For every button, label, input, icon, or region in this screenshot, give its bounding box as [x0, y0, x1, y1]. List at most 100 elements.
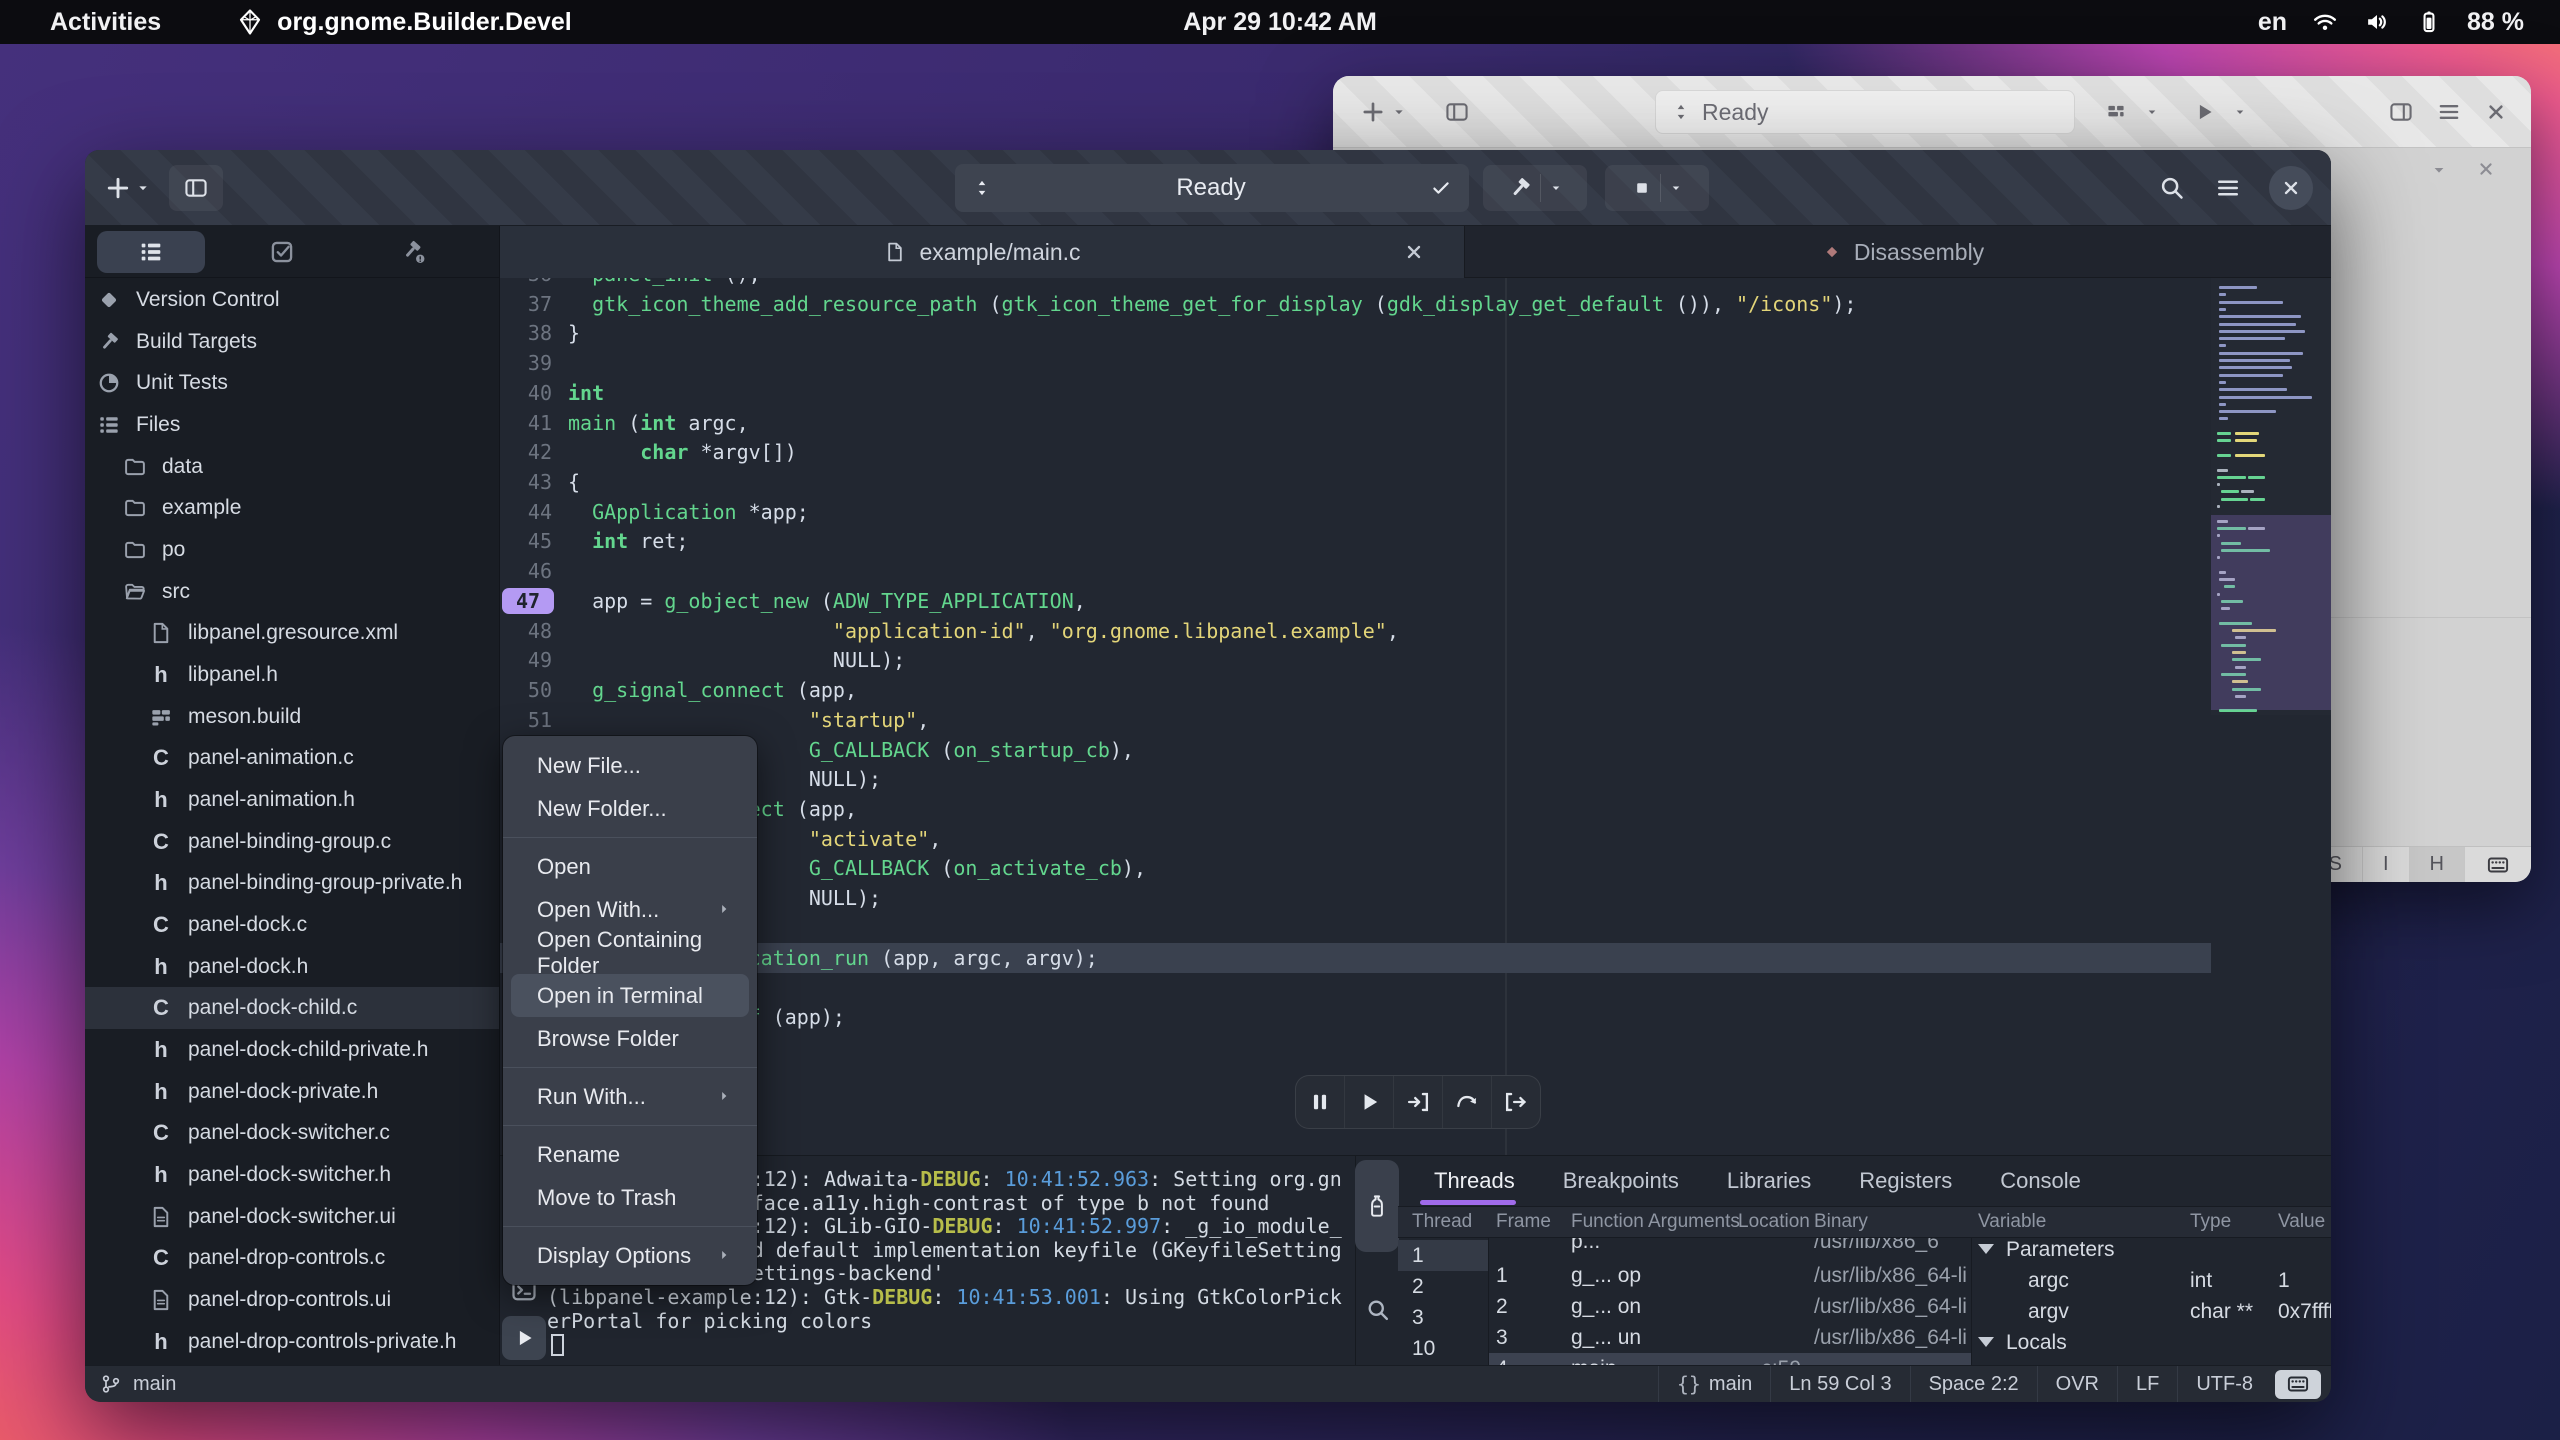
file-tree-item[interactable]: data	[85, 446, 499, 488]
build-icon[interactable]	[2103, 99, 2129, 125]
file-tree-item[interactable]: example	[85, 487, 499, 529]
toggle-left-panel-icon[interactable]	[1443, 98, 1471, 126]
chevron-down-icon[interactable]	[2143, 103, 2161, 121]
backdrop-frame-controls[interactable]	[2427, 158, 2497, 182]
build-split-button[interactable]	[1483, 165, 1587, 211]
toggle-right-panel-icon[interactable]	[2387, 98, 2415, 126]
code-line[interactable]: 41main (int argc,	[500, 408, 2211, 438]
code-line[interactable]: 39	[500, 348, 2211, 378]
variable-row[interactable]: argcint1	[1972, 1265, 2331, 1296]
code-line[interactable]: 42 char *argv[])	[500, 437, 2211, 467]
search-icon[interactable]	[1364, 1296, 1392, 1324]
continue-button[interactable]	[1344, 1076, 1393, 1128]
file-tree-item[interactable]: hpanel-binding-group-private.h	[85, 862, 499, 904]
code-line[interactable]: 46	[500, 556, 2211, 586]
menu-item-open-with[interactable]: Open With...	[511, 888, 749, 931]
close-icon[interactable]	[2483, 99, 2509, 125]
menu-item-open-containing-folder[interactable]: Open Containing Folder	[511, 931, 749, 974]
stop-split-button[interactable]	[1605, 165, 1709, 211]
debugger-tab-threads[interactable]: Threads	[1434, 1168, 1515, 1194]
sidebar-section-version-control[interactable]: Version Control	[85, 279, 499, 321]
code-line[interactable]: 51 "startup",	[500, 705, 2211, 735]
menu-item-open[interactable]: Open	[511, 845, 749, 888]
indent-indicator[interactable]: I	[2362, 847, 2409, 882]
menu-icon[interactable]	[2435, 98, 2463, 126]
code-line[interactable]: 50 g_signal_connect (app,	[500, 675, 2211, 705]
new-tab-icon[interactable]	[1359, 98, 1387, 126]
search-icon[interactable]	[2157, 173, 2187, 203]
menu-item-rename[interactable]: Rename	[511, 1133, 749, 1176]
menu-item-new-folder[interactable]: New Folder...	[511, 787, 749, 830]
run-output-page-button[interactable]	[502, 1316, 546, 1360]
file-tree-item[interactable]: hlibpanel.h	[85, 654, 499, 696]
breakpoint-line-number[interactable]: 47	[502, 588, 554, 614]
minimap-viewport[interactable]	[2211, 515, 2331, 710]
stack-frame-row[interactable]: 3g_... un/usr/lib/x86_64-li	[1489, 1322, 1971, 1353]
thread-row[interactable]: 10	[1398, 1333, 1488, 1364]
menu-item-run-with[interactable]: Run With...	[511, 1075, 749, 1118]
debugger-tab-console[interactable]: Console	[2000, 1168, 2081, 1194]
stack-frame-row[interactable]: 4main....c:59	[1489, 1353, 1971, 1365]
toggle-left-panel-button[interactable]	[169, 165, 223, 211]
run-icon[interactable]	[2191, 99, 2217, 125]
file-tree-item[interactable]: Cpanel-binding-group.c	[85, 821, 499, 863]
code-line[interactable]: 44 GApplication *app;	[500, 497, 2211, 527]
chevron-down-icon[interactable]	[1389, 102, 1409, 122]
omnibar[interactable]: Ready	[955, 164, 1469, 212]
sidebar-section-build-targets[interactable]: Build Targets	[85, 321, 499, 363]
file-tree-item[interactable]: hpanel-dock-child-private.h	[85, 1029, 499, 1071]
current-function-indicator[interactable]: {} main	[1658, 1366, 1770, 1402]
step-in-button[interactable]	[1393, 1076, 1442, 1128]
focused-app-menu[interactable]: org.gnome.Builder.Devel	[235, 7, 572, 37]
file-tree-item[interactable]: src	[85, 571, 499, 613]
file-tree-item[interactable]: po	[85, 529, 499, 571]
branch-indicator[interactable]: main	[85, 1372, 1658, 1396]
stack-frame-row[interactable]: p.../usr/lib/x86_6	[1489, 1238, 1971, 1257]
debugger-tab-breakpoints[interactable]: Breakpoints	[1563, 1168, 1679, 1194]
clock[interactable]: Apr 29 10:42 AM	[1177, 7, 1383, 38]
menu-item-browse-folder[interactable]: Browse Folder	[511, 1017, 749, 1060]
sidebar-section-files[interactable]: Files	[85, 404, 499, 446]
debugger-page-button[interactable]	[1355, 1160, 1399, 1252]
code-line[interactable]: 45 int ret;	[500, 526, 2211, 556]
activities-button[interactable]: Activities	[44, 7, 167, 38]
code-line[interactable]: 48 "application-id", "org.gnome.libpanel…	[500, 616, 2211, 646]
thread-row[interactable]: 3	[1398, 1302, 1488, 1333]
tab-disassembly[interactable]: Disassembly	[1475, 226, 2331, 278]
line-ending-indicator[interactable]: LF	[2117, 1366, 2177, 1402]
new-document-split-button[interactable]	[103, 165, 153, 211]
thread-row[interactable]: 2	[1398, 1271, 1488, 1302]
variable-row[interactable]: argvchar **0x7fffff...	[1972, 1296, 2331, 1327]
pause-button[interactable]	[1296, 1076, 1344, 1128]
file-tree-item[interactable]: Cpanel-dock.c	[85, 904, 499, 946]
tab-example-main-c[interactable]: example/main.c	[500, 226, 1465, 278]
keyboard-toggle[interactable]	[2464, 847, 2531, 882]
file-tree-item[interactable]: hpanel-drop-controls-private.h	[85, 1321, 499, 1363]
stack-frame-row[interactable]: 1g_... op/usr/lib/x86_64-li	[1489, 1260, 1971, 1291]
highlight-indicator[interactable]: H	[2409, 847, 2464, 882]
file-tree-item[interactable]: Cpanel-animation.c	[85, 737, 499, 779]
menu-icon[interactable]	[2213, 173, 2243, 203]
file-tree-item[interactable]: Cpanel-drop-controls.c	[85, 1237, 499, 1279]
code-line[interactable]: 43{	[500, 467, 2211, 497]
step-out-button[interactable]	[1491, 1076, 1540, 1128]
variable-group-row[interactable]: Parameters	[1972, 1238, 2331, 1265]
debugger-tab-libraries[interactable]: Libraries	[1727, 1168, 1811, 1194]
system-status-area[interactable]: en 88 %	[2258, 0, 2524, 44]
code-line[interactable]: 49 NULL);	[500, 645, 2211, 675]
expander-icon[interactable]	[1978, 1244, 1994, 1254]
step-over-button[interactable]	[1442, 1076, 1491, 1128]
code-line[interactable]: 36 panel_init ();	[500, 278, 2211, 289]
keyboard-toggle-button[interactable]	[2275, 1370, 2321, 1399]
backdrop-omnibar[interactable]: Ready	[1655, 90, 2075, 134]
variable-group-row[interactable]: Locals	[1972, 1327, 2331, 1358]
code-line[interactable]: 40int	[500, 378, 2211, 408]
file-tree-item[interactable]: libpanel.gresource.xml	[85, 612, 499, 654]
file-tree-item[interactable]: hpanel-dock-private.h	[85, 1071, 499, 1113]
menu-item-move-to-trash[interactable]: Move to Trash	[511, 1176, 749, 1219]
file-tree-item[interactable]: Cpanel-dock-switcher.c	[85, 1112, 499, 1154]
file-tree-item[interactable]: hpanel-dock-switcher.h	[85, 1154, 499, 1196]
menu-item-new-file[interactable]: New File...	[511, 744, 749, 787]
code-line[interactable]: 38}	[500, 318, 2211, 348]
chevron-down-icon[interactable]	[2231, 103, 2249, 121]
